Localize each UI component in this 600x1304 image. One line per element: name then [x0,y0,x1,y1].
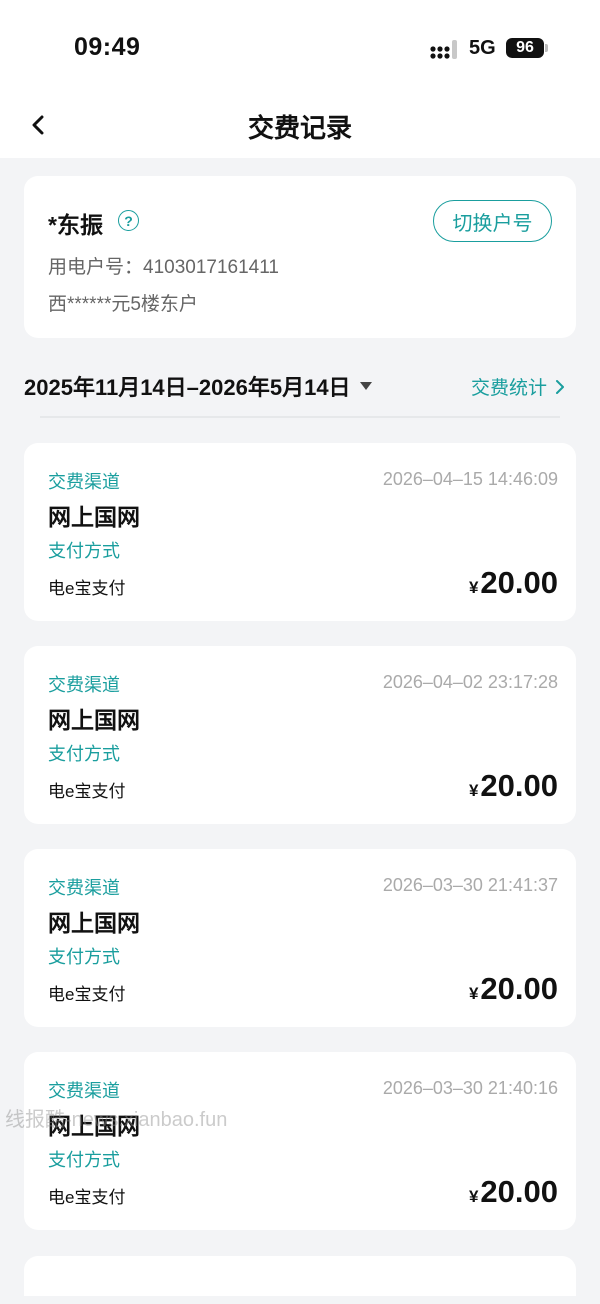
record-amount: ¥20.00 [469,971,558,1007]
channel-label: 交费渠道 [48,878,120,898]
channel-name: 网上国网 [48,910,140,936]
pay-method-label: 支付方式 [48,541,120,561]
date-range-text: 2025年11月14日–2026年5月14日 [24,375,351,400]
switch-account-button[interactable]: 切换户号 [433,200,552,242]
channel-label: 交费渠道 [48,675,120,695]
channel-name: 网上国网 [48,707,140,733]
cellular-signal-icon [430,40,457,59]
record-amount: ¥20.00 [469,565,558,601]
record-amount: ¥20.00 [469,1174,558,1210]
pay-method: 电e宝支付 [48,782,126,801]
record-time: 2026–03–30 21:40:16 [382,1078,558,1098]
payment-stats-label: 交费统计 [471,378,548,399]
help-icon[interactable]: ? [118,210,139,231]
payment-record[interactable]: 交费渠道 2026–03–30 21:40:16 网上国网 支付方式 电e宝支付… [24,1052,576,1230]
amount-value: 20.00 [480,565,558,600]
record-amount: ¥20.00 [469,768,558,804]
page-title: 交费记录 [247,113,352,143]
caret-down-icon [359,382,372,390]
pay-method: 电e宝支付 [48,1188,126,1207]
pay-method-label: 支付方式 [48,947,120,967]
account-name: *东振 [48,212,103,238]
battery-icon: 96 [506,38,544,58]
amount-value: 20.00 [480,971,558,1006]
payment-record[interactable]: 交费渠道 2026–03–30 21:41:37 网上国网 支付方式 电e宝支付… [24,849,576,1027]
account-number: 用电户号：4103017161411 [48,257,279,278]
pay-method-label: 支付方式 [48,744,120,764]
record-time: 2026–04–15 14:46:09 [382,469,558,489]
currency-symbol: ¥ [468,578,479,597]
battery-level: 96 [516,39,534,56]
network-type: 5G [469,37,496,59]
pay-method: 电e宝支付 [48,579,126,598]
date-range-selector[interactable]: 2025年11月14日–2026年5月14日 [24,370,372,402]
divider [40,416,560,418]
channel-label: 交费渠道 [48,472,120,492]
record-time: 2026–04–02 23:17:28 [382,672,558,692]
account-address: 西******元5楼东户 [48,294,198,315]
pay-method: 电e宝支付 [48,985,126,1004]
record-time: 2026–03–30 21:41:37 [382,875,558,895]
battery-tip [545,44,548,52]
currency-symbol: ¥ [468,1187,479,1206]
channel-name: 网上国网 [48,504,140,530]
currency-symbol: ¥ [468,781,479,800]
payment-record-partial[interactable] [24,1256,576,1296]
payment-stats-link[interactable]: 交费统计 [471,373,565,400]
account-card: *东振 ? 切换户号 用电户号：4103017161411 西******元5楼… [24,176,576,338]
status-time: 09:49 [74,33,141,61]
top-bar: 09:49 5G 96 交费记录 [0,0,600,158]
payment-record[interactable]: 交费渠道 2026–04–15 14:46:09 网上国网 支付方式 电e宝支付… [24,443,576,621]
pay-method-label: 支付方式 [48,1150,120,1170]
amount-value: 20.00 [480,768,558,803]
payment-record[interactable]: 交费渠道 2026–04–02 23:17:28 网上国网 支付方式 电e宝支付… [24,646,576,824]
channel-label: 交费渠道 [48,1081,120,1101]
chevron-right-icon [556,379,565,394]
currency-symbol: ¥ [468,984,479,1003]
watermark: 线报酷-news.xianbao.fun [5,1109,228,1131]
amount-value: 20.00 [480,1174,558,1209]
